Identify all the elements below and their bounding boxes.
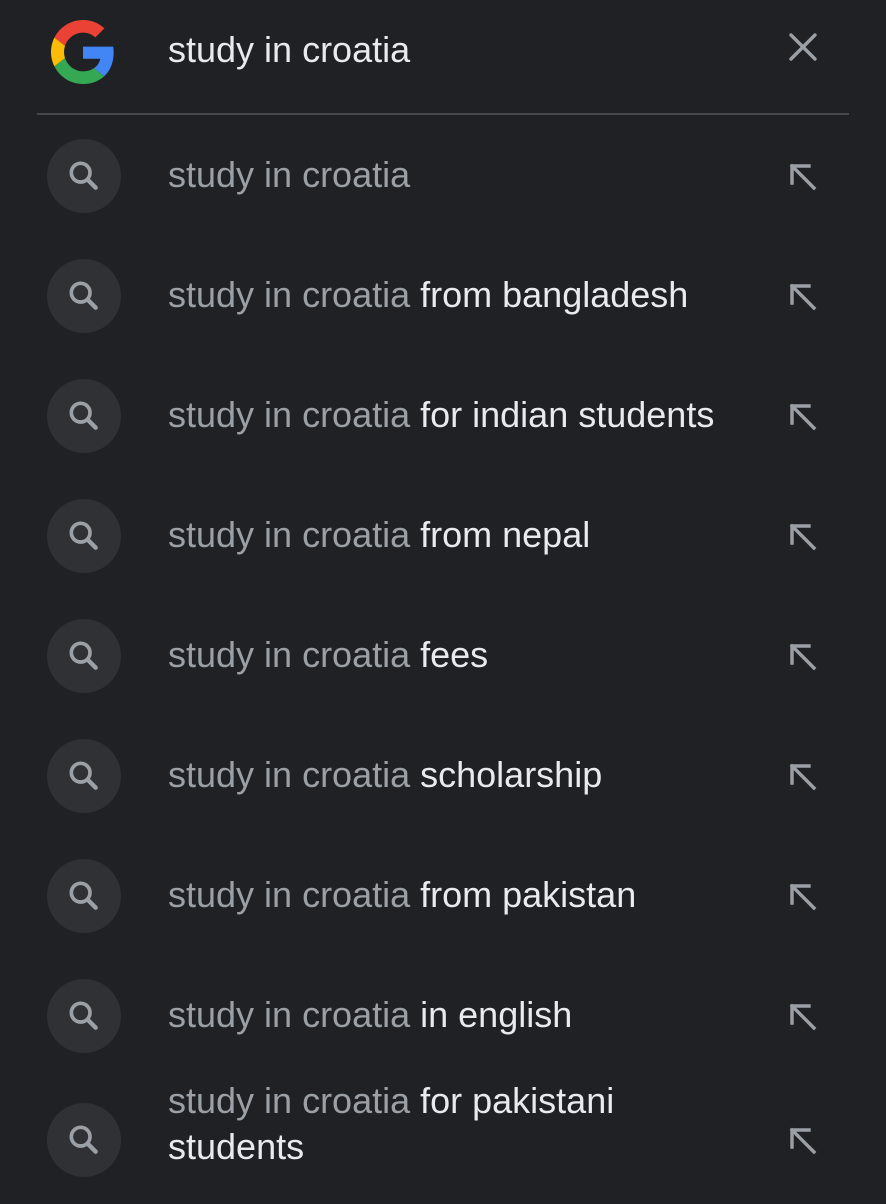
suggestion-text: study in croatia [168,152,768,198]
search-icon [47,139,121,213]
suggestion-item[interactable]: study in croatia from pakistan [0,838,886,958]
suggestion-item[interactable]: study in croatia [0,118,886,238]
suggestion-text: study in croatia scholarship [168,752,768,798]
arrow-up-left-icon [789,523,817,551]
suggestion-prefix: study in croatia [168,634,411,675]
fill-query-button[interactable] [778,512,828,562]
suggestion-prefix: study in croatia [168,274,411,315]
suggestion-text: study in croatia in english [168,992,768,1038]
arrow-up-left-icon [789,163,817,191]
fill-query-button[interactable] [778,272,828,322]
search-icon [47,259,121,333]
arrow-up-left-icon [789,883,817,911]
fill-query-button[interactable] [778,152,828,202]
suggestion-text: study in croatia from nepal [168,512,768,558]
search-icon [47,379,121,453]
suggestion-prefix: study in croatia [168,514,411,555]
arrow-up-left-icon [789,403,817,431]
suggestion-text: study in croatia fees [168,632,768,678]
suggestion-prefix: study in croatia [168,394,411,435]
google-g-icon[interactable] [51,20,115,84]
arrow-up-left-icon [789,283,817,311]
suggestion-item[interactable]: study in croatia for pakistani students [0,1078,886,1204]
search-bar [0,0,886,114]
suggestion-completion: fees [410,634,489,675]
suggestion-prefix: study in croatia [168,874,411,915]
suggestion-completion: from nepal [410,514,591,555]
suggestion-item[interactable]: study in croatia from nepal [0,478,886,598]
arrow-up-left-icon [789,643,817,671]
suggestion-text: study in croatia from bangladesh [168,272,768,318]
suggestion-item[interactable]: study in croatia for indian students [0,358,886,478]
search-icon [47,979,121,1053]
search-input[interactable] [168,24,748,76]
suggestion-text: study in croatia from pakistan [168,872,768,918]
suggestion-completion: from pakistan [410,874,637,915]
arrow-up-left-icon [789,1003,817,1031]
search-icon [47,499,121,573]
suggestion-completion: from bangladesh [410,274,689,315]
suggestion-completion: in english [410,994,573,1035]
suggestion-item[interactable]: study in croatia from bangladesh [0,238,886,358]
suggestion-completion: for indian students [410,394,715,435]
fill-query-button[interactable] [778,392,828,442]
fill-query-button[interactable] [778,752,828,802]
suggestion-item[interactable]: study in croatia fees [0,598,886,718]
fill-query-button[interactable] [778,1116,828,1166]
suggestion-item[interactable]: study in croatia scholarship [0,718,886,838]
search-icon [47,859,121,933]
fill-query-button[interactable] [778,992,828,1042]
clear-search-button[interactable] [778,22,828,72]
search-icon [47,619,121,693]
suggestion-prefix: study in croatia [168,754,411,795]
search-icon [47,1103,121,1177]
suggestion-prefix: study in croatia [168,1080,411,1121]
fill-query-button[interactable] [778,872,828,922]
arrow-up-left-icon [789,763,817,791]
suggestion-completion: scholarship [410,754,603,795]
suggestion-prefix: study in croatia [168,994,411,1035]
suggestion-item[interactable]: study in croatia in english [0,958,886,1078]
close-icon [789,33,817,61]
suggestion-text: study in croatia for indian students [168,392,768,438]
suggestion-list: study in croatia study in croatia from b… [0,118,886,1204]
suggestion-text: study in croatia for pakistani students [168,1078,688,1170]
search-icon [47,739,121,813]
search-divider [37,113,849,115]
suggestion-prefix: study in croatia [168,154,411,195]
fill-query-button[interactable] [778,632,828,682]
arrow-up-left-icon [789,1127,817,1155]
